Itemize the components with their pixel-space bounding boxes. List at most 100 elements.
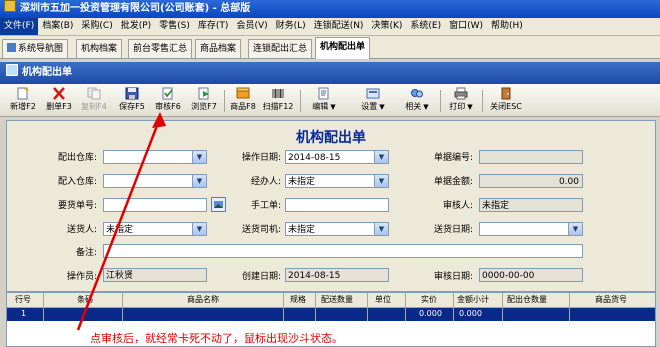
window-title: 深圳市五加一投资管理有限公司(公司账套) - 总部版 bbox=[20, 3, 251, 14]
printer-icon bbox=[454, 87, 468, 100]
menu-wholesale[interactable]: 批发(P) bbox=[117, 18, 155, 35]
remark-label: 备注: bbox=[75, 248, 97, 258]
edit-menu-button[interactable]: 编辑 ▼ bbox=[304, 87, 344, 115]
col-out-stock-qty[interactable]: 配出仓数量 bbox=[507, 294, 547, 305]
annotation-text: 点审核后，就经常卡死不动了，鼠标出现沙斗状态。 bbox=[90, 332, 343, 345]
handler-select[interactable]: 未指定 ▼ bbox=[285, 174, 389, 188]
settings-menu-button[interactable]: 设置 ▼ bbox=[352, 87, 394, 115]
chevron-down-icon[interactable]: ▼ bbox=[374, 223, 388, 235]
out-warehouse-select[interactable]: ▼ bbox=[103, 150, 207, 164]
tab-org-out-order[interactable]: 机构配出单 bbox=[315, 37, 371, 59]
audit-date-field: 0000-00-00 bbox=[479, 268, 583, 282]
deliverer-select[interactable]: 未指定 ▼ bbox=[103, 222, 207, 236]
new-button[interactable]: 新增F2 bbox=[6, 87, 40, 115]
chevron-down-icon[interactable]: ▼ bbox=[374, 151, 388, 163]
auditor-field: 未指定 bbox=[479, 198, 583, 212]
goods-button[interactable]: 商品F8 bbox=[228, 87, 258, 115]
copy-button[interactable]: 复制F4 bbox=[78, 87, 110, 115]
audit-date-label: 审核日期: bbox=[433, 272, 473, 282]
app-icon bbox=[4, 0, 16, 12]
delete-icon bbox=[53, 87, 65, 100]
browse-icon bbox=[198, 87, 209, 100]
doc-no-field bbox=[479, 150, 583, 164]
op-date-label: 操作日期: bbox=[241, 153, 281, 163]
row-number: 1 bbox=[21, 309, 27, 318]
grid-divider bbox=[283, 293, 284, 321]
row-subtotal: 0.000 bbox=[459, 309, 482, 318]
deliverer-label: 送货人: bbox=[66, 225, 97, 235]
tab-goods-archive[interactable]: 商品档案 bbox=[195, 39, 242, 58]
menu-archive[interactable]: 档案(B) bbox=[38, 18, 77, 35]
related-menu-button[interactable]: 相关 ▼ bbox=[398, 87, 436, 115]
browse-button[interactable]: 浏览F7 bbox=[188, 87, 220, 115]
col-row-no[interactable]: 行号 bbox=[15, 294, 31, 305]
chevron-down-icon[interactable]: ▼ bbox=[192, 151, 206, 163]
panel-icon bbox=[6, 64, 18, 76]
amount-field: 0.00 bbox=[479, 174, 583, 188]
audit-button[interactable]: 审核F6 bbox=[152, 87, 184, 115]
chevron-down-icon[interactable]: ▼ bbox=[374, 175, 388, 187]
in-warehouse-select[interactable]: ▼ bbox=[103, 174, 207, 188]
chevron-down-icon[interactable]: ▼ bbox=[192, 223, 206, 235]
manual-no-input[interactable] bbox=[285, 198, 389, 212]
auditor-label: 审核人: bbox=[442, 201, 473, 211]
tab-retail-summary[interactable]: 前台零售汇总 bbox=[128, 39, 193, 58]
tab-org-archive[interactable]: 机构档案 bbox=[76, 39, 123, 58]
menu-file[interactable]: 文件(F) bbox=[0, 18, 39, 35]
driver-select[interactable]: 未指定 ▼ bbox=[285, 222, 389, 236]
col-barcode[interactable]: 条码 bbox=[77, 294, 93, 305]
grid-divider bbox=[569, 293, 570, 321]
tab-chain-out-summary[interactable]: 连锁配出汇总 bbox=[248, 39, 313, 58]
col-delivery-qty[interactable]: 配送数量 bbox=[321, 294, 353, 305]
document-tab-bar: 系统导航图 机构档案 前台零售汇总 商品档案 连锁配出汇总 机构配出单 bbox=[0, 36, 660, 59]
grid-divider bbox=[405, 293, 406, 321]
delete-button[interactable]: 删单F3 bbox=[44, 87, 74, 115]
col-goods-name[interactable]: 商品名称 bbox=[187, 294, 219, 305]
grid-divider bbox=[43, 293, 44, 321]
menu-decision[interactable]: 决策(K) bbox=[367, 18, 406, 35]
handler-label: 经办人: bbox=[250, 177, 281, 187]
tab-navigation[interactable]: 系统导航图 bbox=[2, 39, 69, 58]
delivery-date-select[interactable]: ▼ bbox=[479, 222, 583, 236]
menu-retail[interactable]: 零售(S) bbox=[155, 18, 194, 35]
dropdown-arrow-icon: ▼ bbox=[467, 103, 473, 111]
chevron-down-icon[interactable]: ▼ bbox=[192, 175, 206, 187]
op-date-picker[interactable]: 2014-08-15 ▼ bbox=[285, 150, 389, 164]
col-goods-code[interactable]: 商品货号 bbox=[595, 294, 627, 305]
col-price[interactable]: 实价 bbox=[421, 294, 437, 305]
request-no-input[interactable] bbox=[103, 198, 207, 212]
print-menu-button[interactable]: 打印 ▼ bbox=[444, 87, 478, 115]
created-date-field: 2014-08-15 bbox=[285, 268, 389, 282]
close-button[interactable]: 关闭ESC bbox=[486, 87, 526, 115]
chevron-down-icon[interactable]: ▼ bbox=[568, 223, 582, 235]
menu-member[interactable]: 会员(V) bbox=[232, 18, 271, 35]
menu-window[interactable]: 窗口(W) bbox=[445, 18, 487, 35]
grid-divider bbox=[502, 293, 503, 321]
menu-finance[interactable]: 财务(L) bbox=[272, 18, 310, 35]
form-title: 机构配出单 bbox=[296, 130, 366, 146]
toolbar-separator bbox=[300, 90, 301, 112]
remark-input[interactable] bbox=[103, 244, 583, 258]
menu-chain-delivery[interactable]: 连锁配送(N) bbox=[310, 18, 368, 35]
in-warehouse-label: 配入仓库: bbox=[57, 177, 97, 187]
grid-divider bbox=[453, 293, 454, 321]
menu-bar: 文件(F) 档案(B) 采购(C) 批发(P) 零售(S) 库存(T) 会员(V) 财务(L)… bbox=[0, 18, 660, 36]
col-subtotal[interactable]: 金额小计 bbox=[457, 294, 489, 305]
created-date-label: 创建日期: bbox=[241, 272, 281, 282]
save-button[interactable]: 保存F5 bbox=[116, 87, 148, 115]
operator-field: 江秋贤 bbox=[103, 268, 207, 282]
new-icon bbox=[17, 87, 29, 100]
request-no-label: 要货单号: bbox=[57, 201, 97, 211]
menu-system[interactable]: 系统(E) bbox=[406, 18, 445, 35]
menu-purchase[interactable]: 采购(C) bbox=[77, 18, 116, 35]
doc-no-label: 单据编号: bbox=[433, 153, 473, 163]
menu-help[interactable]: 帮助(H) bbox=[487, 18, 527, 35]
toolbar-separator bbox=[440, 90, 441, 112]
audit-icon bbox=[162, 87, 173, 100]
col-spec[interactable]: 规格 bbox=[290, 294, 306, 305]
scan-button[interactable]: 扫描F12 bbox=[260, 87, 296, 115]
panel-title: 机构配出单 bbox=[22, 67, 72, 78]
col-unit[interactable]: 单位 bbox=[375, 294, 391, 305]
table-row[interactable]: 1 0.000 0.000 bbox=[7, 308, 655, 321]
menu-stock[interactable]: 库存(T) bbox=[194, 18, 233, 35]
